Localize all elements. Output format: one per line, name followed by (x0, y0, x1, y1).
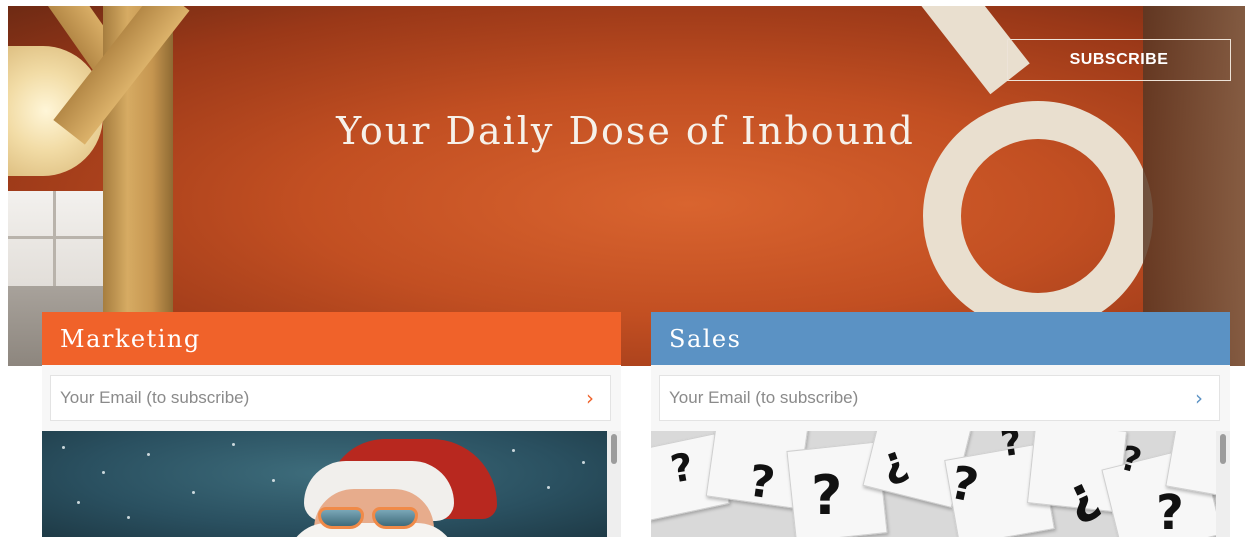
sales-feed[interactable]: ? ? ? ¿ ? ? ¿ ? ? (651, 431, 1230, 537)
scroll-thumb[interactable] (611, 434, 617, 464)
question-marks-image[interactable]: ? ? ? ¿ ? ? ¿ ? ? (651, 431, 1216, 537)
card-title-sales: Sales (651, 312, 1230, 365)
page-frame: Your Daily Dose of Inbound SUBSCRIBE Mar… (8, 6, 1245, 537)
scroll-thumb[interactable] (1220, 434, 1226, 464)
marketing-feed[interactable] (42, 431, 621, 537)
marketing-card: Marketing › (42, 312, 621, 537)
chevron-right-icon: › (1195, 386, 1203, 410)
marketing-submit-button[interactable]: › (570, 376, 610, 420)
sunglasses (318, 507, 420, 529)
sales-email-input[interactable] (660, 375, 1179, 421)
santa-image[interactable] (42, 431, 607, 537)
background-window (8, 191, 103, 286)
sales-subscribe-form: › (659, 375, 1220, 421)
marketing-subscribe-form: › (50, 375, 611, 421)
marketing-scrollbar[interactable] (607, 431, 621, 537)
sales-submit-button[interactable]: › (1179, 376, 1219, 420)
sales-card: Sales › ? ? ? ¿ ? ? (651, 312, 1230, 537)
marketing-email-input[interactable] (51, 375, 570, 421)
hero-title: Your Daily Dose of Inbound (336, 109, 915, 153)
card-title-marketing: Marketing (42, 312, 621, 365)
sales-scrollbar[interactable] (1216, 431, 1230, 537)
subscribe-button[interactable]: SUBSCRIBE (1007, 39, 1231, 81)
chevron-right-icon: › (586, 386, 594, 410)
